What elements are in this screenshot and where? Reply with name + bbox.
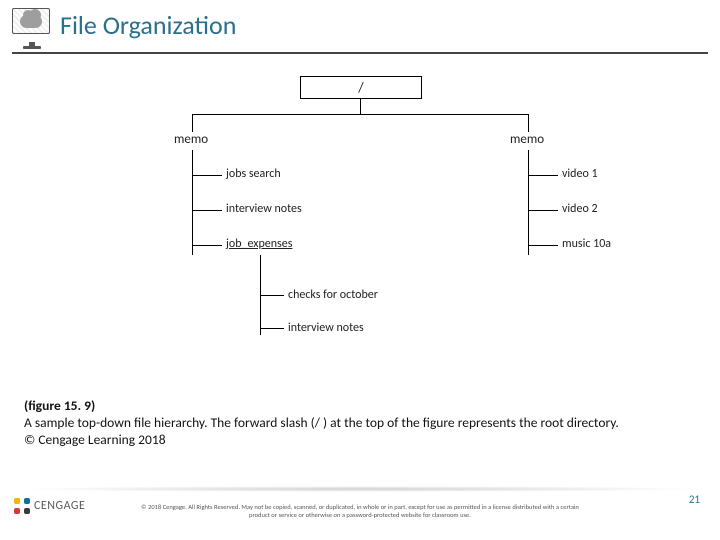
node-memo-right: memo [510, 132, 544, 147]
slide-header: File Organization [12, 8, 708, 42]
cengage-logo-text: CENGAGE [34, 499, 85, 513]
connector [528, 114, 529, 132]
cloud-monitor-icon [12, 8, 52, 42]
connector [528, 245, 558, 246]
connector [528, 210, 558, 211]
node-root: / [300, 76, 422, 99]
figure-number: (figure 15. 9) [24, 397, 95, 414]
node-job-expenses: job_expenses [226, 237, 292, 251]
connector [528, 150, 529, 255]
cengage-logo: CENGAGE [14, 498, 85, 514]
cengage-logo-icon [14, 498, 30, 514]
figure-caption: (figure 15. 9) A sample top-down file hi… [24, 398, 696, 449]
connector [360, 98, 361, 114]
connector [192, 114, 528, 115]
node-memo-left: memo [174, 132, 208, 147]
slide-title: File Organization [60, 9, 236, 41]
connector [260, 328, 284, 329]
connector [192, 245, 222, 246]
page-number: 21 [689, 493, 700, 506]
connector [192, 175, 222, 176]
node-video-1: video 1 [562, 167, 598, 181]
node-interview-notes: interview notes [226, 202, 302, 216]
connector [192, 150, 193, 255]
node-interview-notes-sub: interview notes [288, 321, 364, 335]
connector [260, 295, 284, 296]
node-checks-october: checks for october [288, 288, 378, 302]
file-hierarchy-diagram: / memo memo jobs search interview notes … [0, 70, 720, 390]
connector [192, 210, 222, 211]
slide: File Organization / memo memo jobs searc… [0, 0, 720, 540]
header-rule [12, 52, 708, 54]
node-jobs-search: jobs search [226, 167, 281, 181]
connector [192, 114, 193, 132]
footer-divider [14, 486, 706, 492]
caption-copyright: © Cengage Learning 2018 [24, 431, 166, 448]
node-video-2: video 2 [562, 202, 598, 216]
caption-text: A sample top-down file hierarchy. The fo… [24, 414, 619, 431]
connector [528, 175, 558, 176]
node-music-10a: music 10a [562, 237, 611, 251]
footer-copyright: © 2018 Cengage. All Rights Reserved. May… [140, 504, 580, 520]
